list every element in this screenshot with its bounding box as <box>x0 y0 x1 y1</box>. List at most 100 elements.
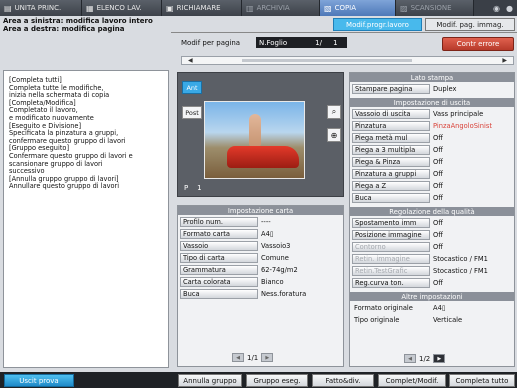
image-screen-button: Retin. immagine <box>352 253 430 264</box>
done-divide-button[interactable]: Fatto&div. <box>312 374 374 387</box>
tab-recall[interactable]: ▣ RICHIAMARE <box>162 0 242 16</box>
output-prev-page-button[interactable]: ◀ <box>404 354 416 363</box>
paper-weight-button[interactable]: Grammatura <box>180 264 258 275</box>
cancel-group-button[interactable]: Annulla gruppo <box>178 374 242 387</box>
tab-edit-job-program[interactable]: Modif.progr.lavoro <box>333 18 422 31</box>
original-size-label: Formato originale <box>354 303 413 312</box>
output-tray-value: Vass principale <box>433 109 484 118</box>
scroll-right-icon[interactable]: ▶ <box>502 57 507 64</box>
group-done-button[interactable]: Gruppo eseg. <box>246 374 308 387</box>
paper-prev-page-button[interactable]: ◀ <box>232 353 244 362</box>
output-pager-label: 1/2 <box>419 354 431 363</box>
tab-scan[interactable]: ▨ SCANSIONE <box>396 0 474 16</box>
exit-proof-button[interactable]: Uscit prova <box>4 374 74 387</box>
zoom-in-icon[interactable]: ⊕ <box>327 128 341 142</box>
complete-modify-button[interactable]: Complet/Modif. <box>378 374 446 387</box>
paper-color-value: Bianco <box>261 277 284 286</box>
output-punch-value: Off <box>433 193 443 202</box>
text-graphic-screen-value: Stocastico / FM1 <box>433 266 488 275</box>
list-icon: ▦ <box>86 3 94 13</box>
magnify-detail-icon[interactable]: ⌕ <box>327 105 341 119</box>
paper-settings-pager: ◀ 1/1 ▶ <box>232 353 274 362</box>
tab-job-list[interactable]: ▦ ELENCO LAV. <box>82 0 162 16</box>
other-settings-title: Altre impostazioni <box>350 292 514 301</box>
preview-page-indicator: P 1 <box>184 184 202 192</box>
paper-tray-value: Vassoio3 <box>261 241 291 250</box>
paper-pager-label: 1/1 <box>247 353 259 362</box>
tab-copy-label: COPIA <box>334 4 357 12</box>
staple-button[interactable]: Pinzatura <box>352 120 430 131</box>
image-shift-button[interactable]: Spostamento imm <box>352 217 430 228</box>
back-side-button[interactable]: Post <box>182 106 202 119</box>
top-tab-bar: ▤ UNITA PRINC. ▦ ELENCO LAV. ▣ RICHIAMAR… <box>0 0 517 16</box>
group-staple-value: Off <box>433 169 443 178</box>
multi-half-fold-button[interactable]: Piega metà mul <box>352 132 430 143</box>
original-type-label: Tipo originale <box>354 315 400 324</box>
paper-color-button[interactable]: Carta colorata <box>180 276 258 287</box>
paper-profile-value: ---- <box>261 217 271 226</box>
scan-icon: ▨ <box>400 3 408 13</box>
image-screen-value: Stocastico / FM1 <box>433 254 488 263</box>
tab-main-unit[interactable]: ▤ UNITA PRINC. <box>0 0 82 16</box>
tab-archive-label: ARCHIVIA <box>256 4 290 12</box>
info-icon[interactable]: ● <box>506 4 513 13</box>
help-message-panel: [Completa tutti] Completa tutte le modif… <box>3 70 169 368</box>
header-line-1: Area a sinistra: modifica lavoro intero <box>3 17 153 25</box>
paper-punch-button[interactable]: Buca <box>180 288 258 299</box>
original-type-value: Verticale <box>433 315 463 324</box>
scroll-thumb[interactable] <box>242 59 412 62</box>
multi-half-fold-value: Off <box>433 133 443 142</box>
original-size-value: A4▯ <box>433 303 446 312</box>
output-punch-button[interactable]: Buca <box>352 192 430 203</box>
fold-staple-value: Off <box>433 157 443 166</box>
front-side-button[interactable]: Ant <box>182 81 202 94</box>
text-graphic-screen-button: Retin.TestGrafic <box>352 265 430 276</box>
complete-all-button[interactable]: Completa tutto <box>449 374 515 387</box>
header-divider <box>171 32 517 33</box>
paper-profile-button[interactable]: Profilo num. <box>180 216 258 227</box>
archive-icon: ▥ <box>246 3 254 13</box>
outline-value: Off <box>433 242 443 251</box>
paper-punch-value: Ness.foratura <box>261 289 307 298</box>
home-icon: ▤ <box>4 3 12 13</box>
paper-settings-panel: Impostazione carta Profilo num. ---- Form… <box>177 205 344 367</box>
output-settings-title: Impostazione di uscita <box>350 98 514 107</box>
z-fold-button[interactable]: Piega a Z <box>352 180 430 191</box>
thumbnail-person <box>249 114 261 146</box>
output-tray-button[interactable]: Vassoio di uscita <box>352 108 430 119</box>
image-shift-value: Off <box>433 218 443 227</box>
multi-tri-fold-button[interactable]: Piega a 3 multipla <box>352 144 430 155</box>
paper-size-button[interactable]: Formato carta <box>180 228 258 239</box>
header-line-2: Area a destra: modifica pagina <box>3 25 125 33</box>
group-staple-button[interactable]: Pinzatura a gruppi <box>352 168 430 179</box>
paper-next-page-button[interactable]: ▶ <box>261 353 274 362</box>
output-settings-panel: Lato stampa Stampare pagina Duplex Impost… <box>349 72 515 367</box>
z-fold-value: Off <box>433 181 443 190</box>
fold-staple-button[interactable]: Piega & Pinza <box>352 156 430 167</box>
tab-copy[interactable]: ▧ COPIA <box>320 0 396 16</box>
paper-tray-button[interactable]: Vassoio <box>180 240 258 251</box>
header-instructions: Area a sinistra: modifica lavoro intero … <box>3 17 153 33</box>
output-settings-pager: ◀ 1/2 ▶ <box>404 354 446 363</box>
tone-curve-button[interactable]: Reg.curva ton. <box>352 277 430 288</box>
tab-recall-label: RICHIAMARE <box>176 4 221 12</box>
bell-icon[interactable]: ◉ <box>493 4 500 13</box>
paper-type-button[interactable]: Tipo di carta <box>180 252 258 263</box>
image-position-value: Off <box>433 230 443 239</box>
scroll-left-icon[interactable]: ◀ <box>188 57 193 64</box>
check-error-button[interactable]: Contr errore <box>442 37 514 51</box>
print-side-button[interactable]: Stampare pagina <box>352 83 430 94</box>
paper-type-value: Comune <box>261 253 289 262</box>
tab-edit-page-image[interactable]: Modif. pag. immag. <box>425 18 515 31</box>
output-next-page-button[interactable]: ▶ <box>433 354 446 363</box>
sheet-counter: N.Foglio 1/ 1 <box>256 37 347 48</box>
page-scrollbar[interactable]: ◀ ▶ <box>181 56 514 65</box>
sheet-label: N.Foglio <box>259 38 288 47</box>
image-position-button[interactable]: Posizione immagine <box>352 229 430 240</box>
top-status-icons: ◉ ● <box>493 0 517 16</box>
tab-archive[interactable]: ▥ ARCHIVIA <box>242 0 320 16</box>
quality-settings-title: Regolazione della qualità <box>350 207 514 216</box>
print-side-title: Lato stampa <box>350 73 514 82</box>
paper-weight-value: 62-74g/m2 <box>261 265 298 274</box>
page-thumbnail <box>204 101 305 179</box>
